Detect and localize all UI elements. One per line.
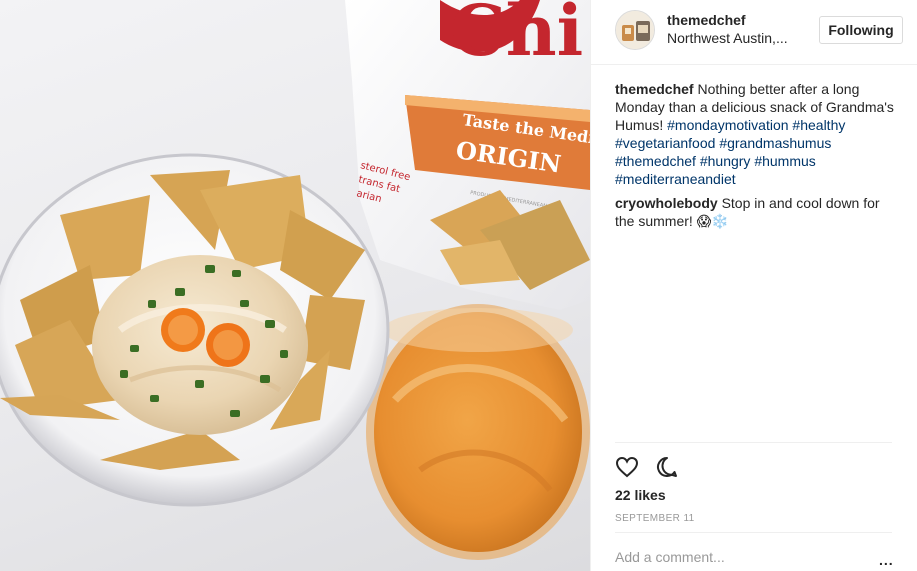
speech-bubble-icon[interactable] (655, 455, 679, 479)
bowl (0, 153, 390, 507)
hashtag-link[interactable]: #vegetarianfood (615, 135, 715, 151)
hashtag-link[interactable]: #themedchef (615, 153, 696, 169)
likes-count[interactable]: 22 likes (615, 487, 666, 503)
divider (615, 532, 892, 533)
bag-brand-text: Chi (450, 0, 583, 72)
hashtag-link[interactable]: #mediterraneandiet (615, 171, 736, 187)
hummus-photo: Chi Taste the Medit ORIGIN sterol free t… (0, 0, 590, 560)
comment-username[interactable]: cryowholebody (615, 195, 718, 211)
ellipsis-icon[interactable]: ... (879, 552, 894, 568)
hashtag-link[interactable]: #hungry (700, 153, 751, 169)
hashtag-link[interactable]: #healthy (792, 117, 845, 133)
heart-icon[interactable] (615, 455, 639, 479)
following-button[interactable]: Following (819, 16, 903, 44)
hashtag-link[interactable]: #hummus (754, 153, 815, 169)
post-date[interactable]: SEPTEMBER 11 (615, 513, 695, 524)
hashtag-link[interactable]: #mondaymotivation (667, 117, 788, 133)
list-item: cryowholebody Stop in and cool down for … (615, 194, 895, 230)
avatar-image (616, 11, 654, 49)
divider (615, 442, 892, 443)
chip-bag: Chi Taste the Medit ORIGIN sterol free t… (345, 0, 590, 310)
hashtag-link[interactable]: #grandmashumus (719, 135, 831, 151)
instagram-post: Chi Taste the Medit ORIGIN sterol free t… (0, 0, 917, 571)
comments-list: themedchef Nothing better after a long M… (615, 80, 895, 236)
post-username[interactable]: themedchef (667, 12, 746, 28)
action-bar (615, 455, 679, 481)
add-comment-input[interactable] (615, 549, 865, 565)
post-photo[interactable]: Chi Taste the Medit ORIGIN sterol free t… (0, 0, 590, 571)
post-header: themedchef Northwest Austin,... Followin… (591, 0, 917, 65)
post-side-panel: themedchef Northwest Austin,... Followin… (590, 0, 917, 571)
avatar[interactable] (615, 10, 655, 50)
comment-username[interactable]: themedchef (615, 81, 694, 97)
caption-comment: themedchef Nothing better after a long M… (615, 80, 895, 188)
post-location[interactable]: Northwest Austin,... (667, 30, 788, 46)
hummus-container (366, 304, 590, 560)
